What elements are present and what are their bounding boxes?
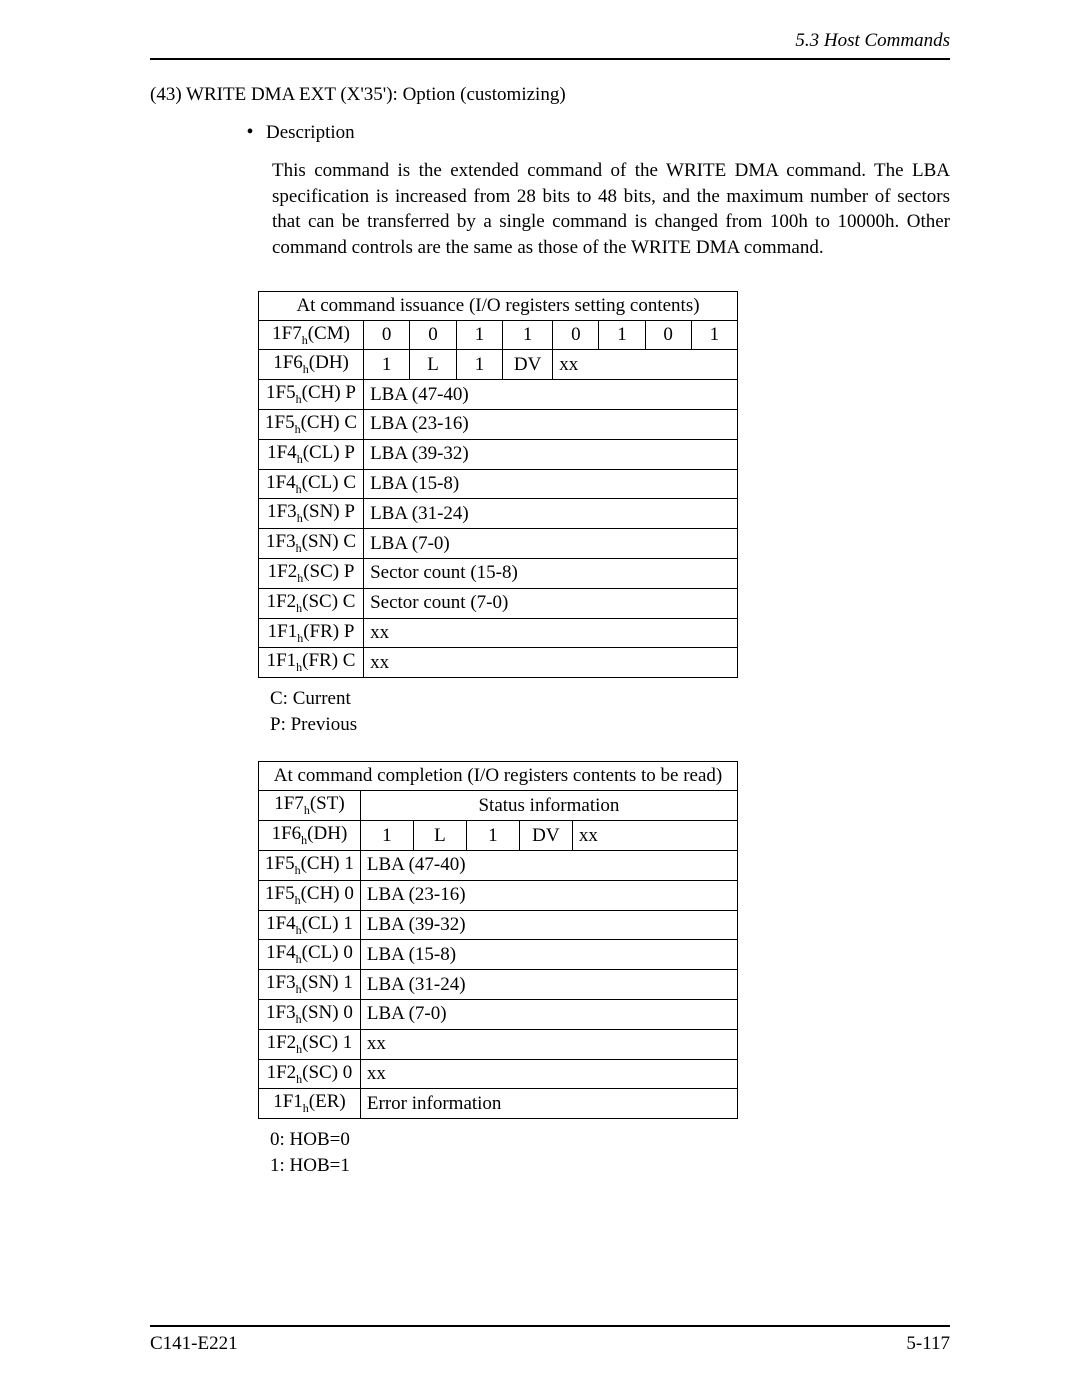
completion-title: At command completion (I/O registers con… xyxy=(259,762,738,791)
page-footer: C141-E221 5-117 xyxy=(150,1325,950,1355)
row-er: 1F1h(ER)Error information xyxy=(259,1089,738,1119)
row-ch-c: 1F5h(CH) CLBA (23-16) xyxy=(259,409,738,439)
row-fr-c: 1F1h(FR) Cxx xyxy=(259,648,738,678)
issuance-title: At command issuance (I/O registers setti… xyxy=(259,291,738,320)
row-cl-c: 1F4h(CL) CLBA (15-8) xyxy=(259,469,738,499)
row-cl-p: 1F4h(CL) PLBA (39-32) xyxy=(259,439,738,469)
description-bullet: • Description xyxy=(240,122,950,144)
header-section: 5.3 Host Commands xyxy=(795,30,950,51)
row-dh2: 1F6h(DH) 1 L 1 DV xx xyxy=(259,821,738,851)
row-sn-c: 1F3h(SN) CLBA (7-0) xyxy=(259,529,738,559)
page: 5.3 Host Commands (43) WRITE DMA EXT (X'… xyxy=(0,0,1080,1397)
row-sn-1: 1F3h(SN) 1LBA (31-24) xyxy=(259,970,738,1000)
row-sc-0: 1F2h(SC) 0xx xyxy=(259,1059,738,1089)
completion-legend: 0: HOB=0 1: HOB=1 xyxy=(270,1127,950,1178)
row-cl-0: 1F4h(CL) 0LBA (15-8) xyxy=(259,940,738,970)
issuance-table: At command issuance (I/O registers setti… xyxy=(258,291,738,679)
description-body: This command is the extended command of … xyxy=(272,158,950,261)
row-cl-1: 1F4h(CL) 1LBA (39-32) xyxy=(259,910,738,940)
row-sc-1: 1F2h(SC) 1xx xyxy=(259,1029,738,1059)
bullet-icon: • xyxy=(240,122,260,142)
row-sn-0: 1F3h(SN) 0LBA (7-0) xyxy=(259,999,738,1029)
completion-table: At command completion (I/O registers con… xyxy=(258,761,738,1119)
footer-left: C141-E221 xyxy=(150,1333,238,1355)
completion-table-wrap: At command completion (I/O registers con… xyxy=(258,761,950,1119)
row-sn-p: 1F3h(SN) PLBA (31-24) xyxy=(259,499,738,529)
footer-right: 5-117 xyxy=(906,1333,950,1355)
row-dh: 1F6h(DH) 1 L 1 DV xx xyxy=(259,350,738,380)
page-header: 5.3 Host Commands xyxy=(150,30,950,60)
row-sc-c: 1F2h(SC) CSector count (7-0) xyxy=(259,588,738,618)
section-title: (43) WRITE DMA EXT (X'35'): Option (cust… xyxy=(150,84,950,106)
row-ch-p: 1F5h(CH) PLBA (47-40) xyxy=(259,380,738,410)
row-ch-1: 1F5h(CH) 1LBA (47-40) xyxy=(259,851,738,881)
row-cm: 1F7h(CM) 0 0 1 1 0 1 0 1 xyxy=(259,320,738,350)
row-sc-p: 1F2h(SC) PSector count (15-8) xyxy=(259,558,738,588)
row-fr-p: 1F1h(FR) Pxx xyxy=(259,618,738,648)
description-label: Description xyxy=(266,122,355,144)
row-ch-0: 1F5h(CH) 0LBA (23-16) xyxy=(259,880,738,910)
row-st: 1F7h(ST) Status information xyxy=(259,791,738,821)
issuance-table-wrap: At command issuance (I/O registers setti… xyxy=(258,291,950,679)
issuance-legend: C: Current P: Previous xyxy=(270,686,950,737)
